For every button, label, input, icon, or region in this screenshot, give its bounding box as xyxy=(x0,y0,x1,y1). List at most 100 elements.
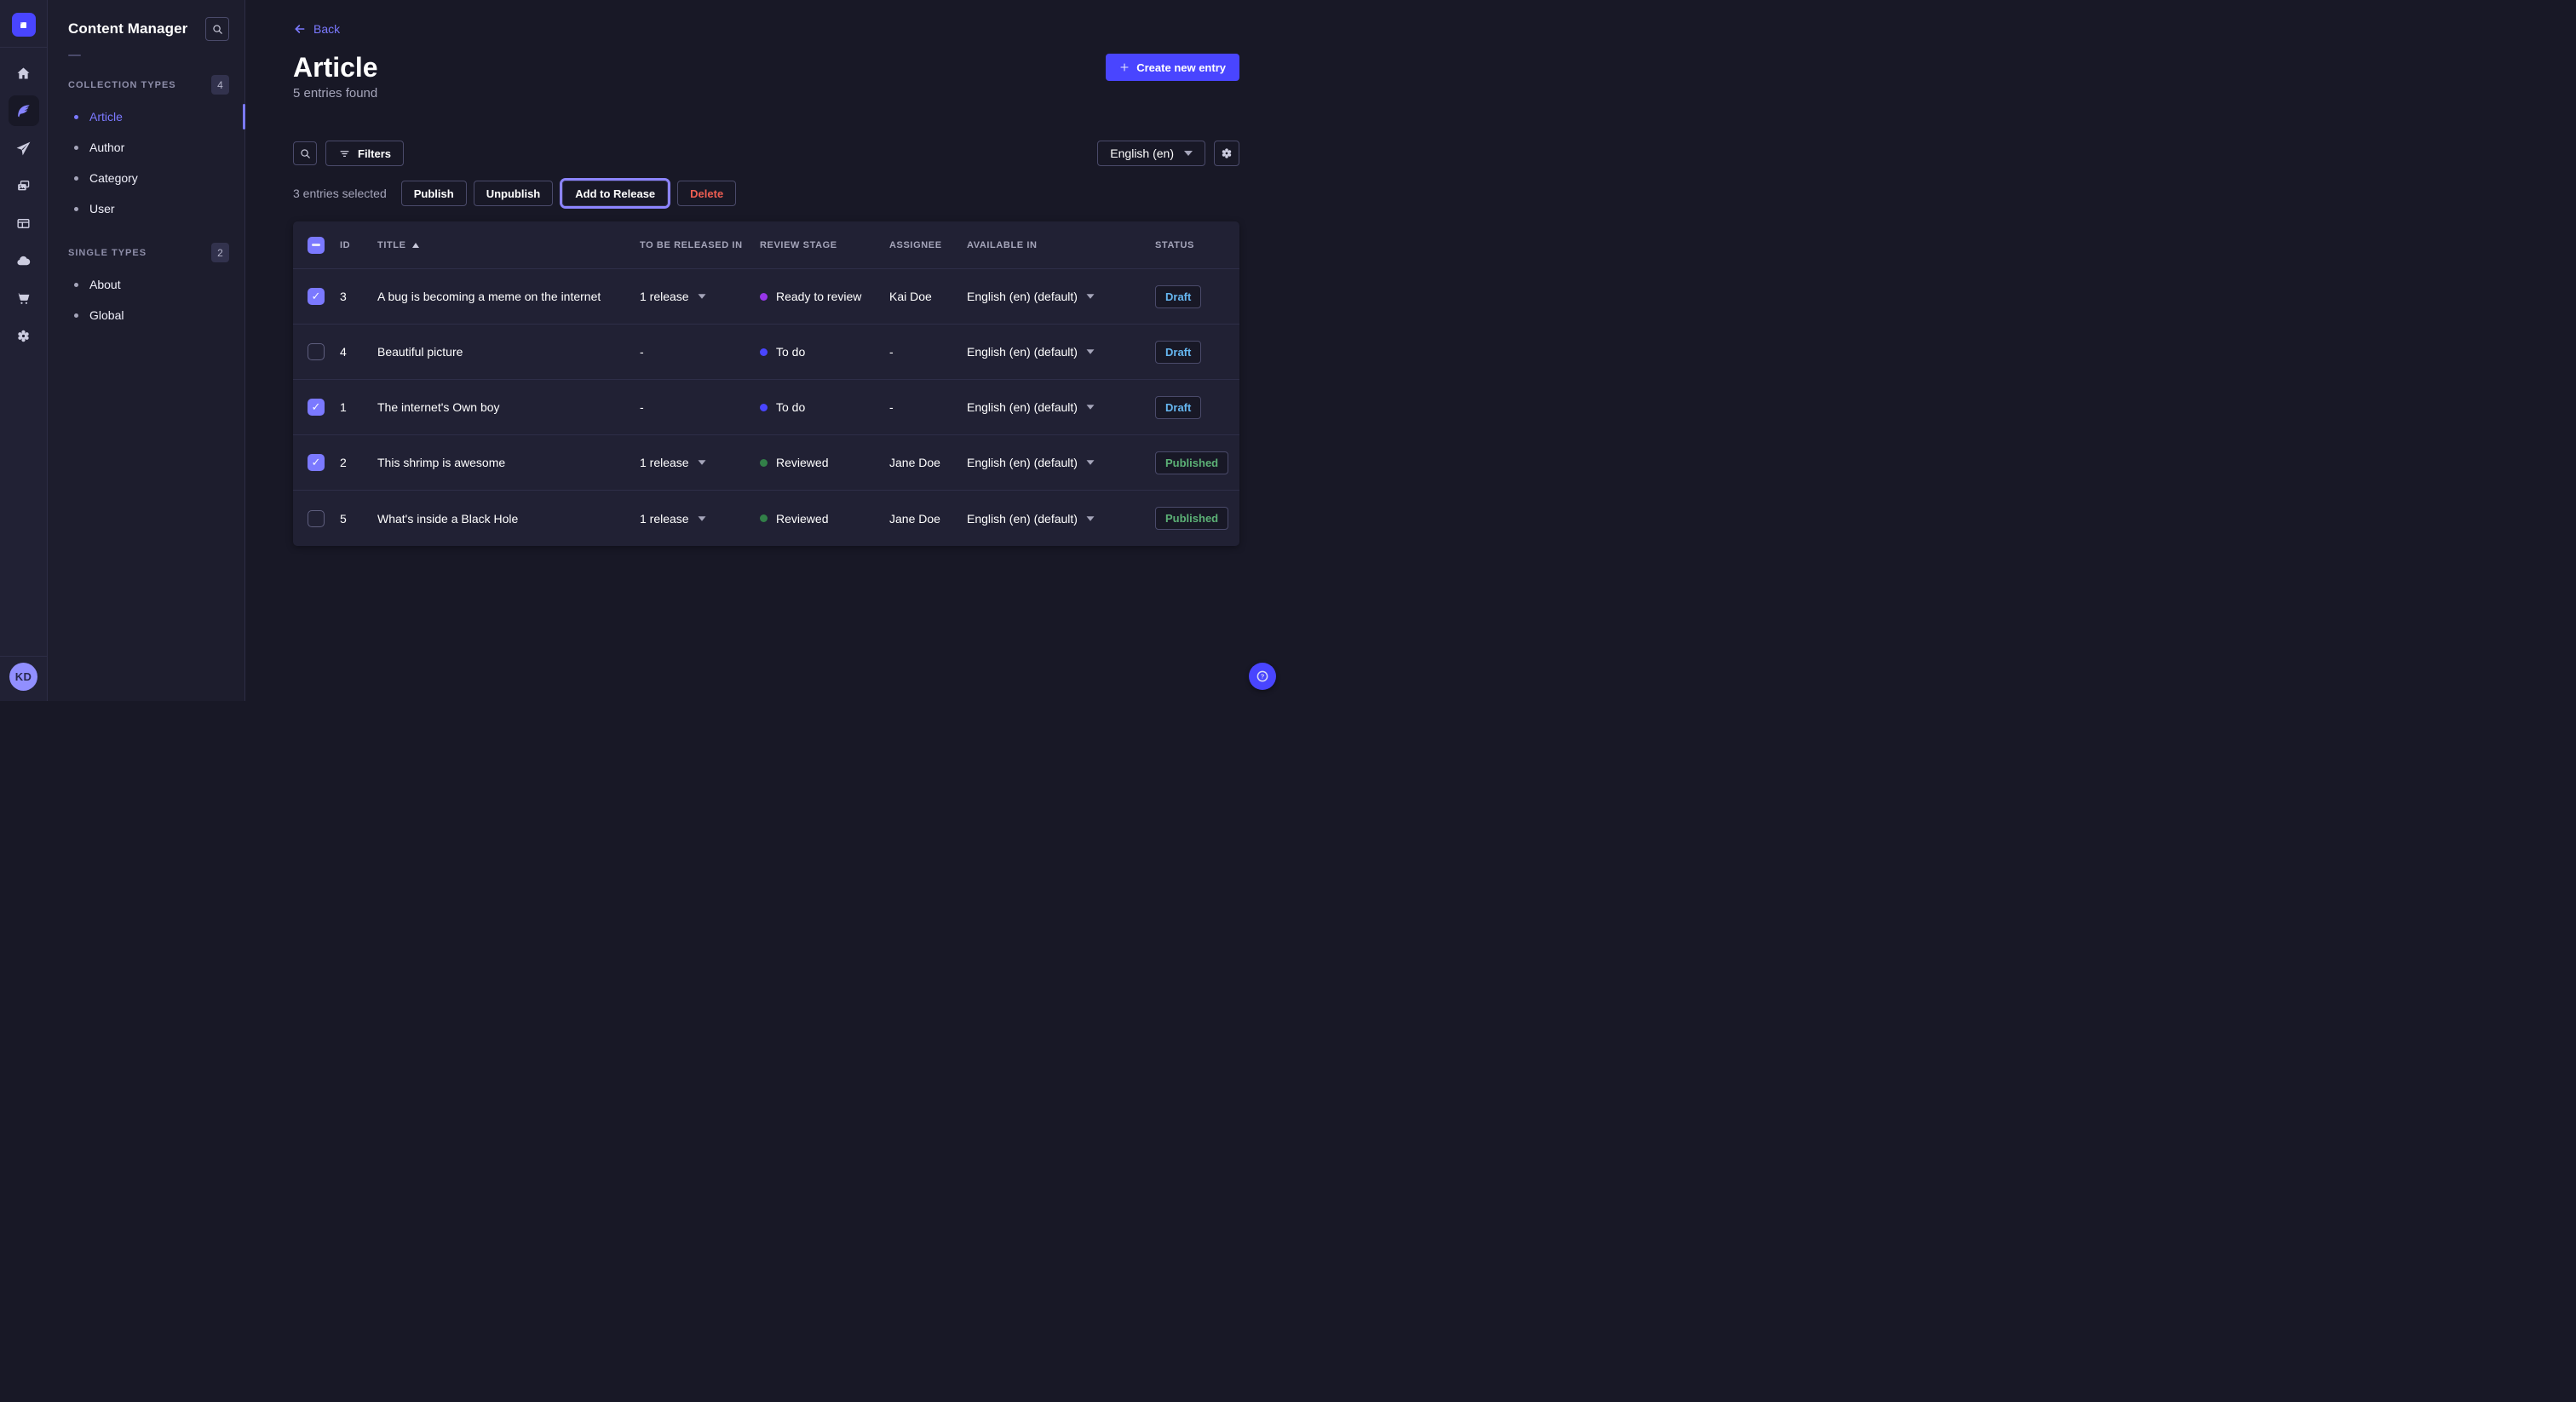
view-settings-gear-icon[interactable] xyxy=(1214,141,1239,166)
status-badge: Draft xyxy=(1155,341,1201,364)
column-header-title[interactable]: TITLE xyxy=(377,240,640,250)
locale-select[interactable]: English (en) xyxy=(1097,141,1205,166)
layout-card-icon[interactable] xyxy=(9,208,39,238)
bullet-icon xyxy=(74,115,78,119)
delete-button[interactable]: Delete xyxy=(677,181,736,206)
cart-icon[interactable] xyxy=(9,283,39,313)
arrow-left-icon xyxy=(293,22,307,36)
filters-button[interactable]: Filters xyxy=(325,141,404,166)
home-icon[interactable] xyxy=(9,58,39,89)
row-release-count: 1 release xyxy=(640,290,689,303)
unpublish-button[interactable]: Unpublish xyxy=(474,181,554,206)
feather-icon[interactable] xyxy=(9,95,39,126)
strapi-logo[interactable] xyxy=(12,13,36,37)
row-assignee: Kai Doe xyxy=(889,290,967,303)
question-mark-icon: ? xyxy=(1255,669,1270,684)
row-stage-label: Ready to review xyxy=(776,290,861,303)
locale-chevron-down-icon[interactable] xyxy=(1086,349,1094,353)
page-title: Article xyxy=(293,52,378,83)
locale-chevron-down-icon[interactable] xyxy=(1086,294,1094,298)
row-locale: English (en) (default) xyxy=(967,512,1078,526)
column-header-status: STATUS xyxy=(1155,240,1225,250)
column-header-id: ID xyxy=(340,240,377,250)
column-header-stage: REVIEW STAGE xyxy=(760,240,889,250)
row-title: Beautiful picture xyxy=(377,345,463,359)
release-chevron-down-icon[interactable] xyxy=(698,460,705,464)
svg-text:?: ? xyxy=(1261,673,1265,681)
search-entries-icon[interactable] xyxy=(293,141,317,165)
release-chevron-down-icon[interactable] xyxy=(698,516,705,520)
row-assignee: - xyxy=(889,345,967,359)
sidebar-item-about[interactable]: About xyxy=(68,269,229,300)
row-id: 2 xyxy=(340,456,377,469)
bullet-icon xyxy=(74,176,78,181)
table-row[interactable]: 3 A bug is becoming a meme on the intern… xyxy=(293,269,1239,325)
sidebar-item-category[interactable]: Category xyxy=(68,163,229,193)
content-manager-subnav: Content Manager COLLECTION TYPES 4 Artic… xyxy=(48,0,245,701)
locale-chevron-down-icon[interactable] xyxy=(1086,516,1094,520)
row-checkbox[interactable] xyxy=(308,454,325,471)
row-checkbox[interactable] xyxy=(308,510,325,527)
table-row[interactable]: 1 The internet's Own boy - To do - Engli… xyxy=(293,380,1239,435)
media-images-icon[interactable] xyxy=(9,170,39,201)
table-row[interactable]: 4 Beautiful picture - To do - English (e… xyxy=(293,325,1239,380)
row-locale: English (en) (default) xyxy=(967,290,1078,303)
row-id: 3 xyxy=(340,290,377,303)
filters-label: Filters xyxy=(358,147,391,160)
sidebar-item-author[interactable]: Author xyxy=(68,132,229,163)
row-locale: English (en) (default) xyxy=(967,400,1078,414)
help-button[interactable]: ? xyxy=(1249,663,1276,690)
row-assignee: Jane Doe xyxy=(889,456,967,469)
table-row[interactable]: 2 This shrimp is awesome 1 release Revie… xyxy=(293,435,1239,491)
create-new-entry-label: Create new entry xyxy=(1136,61,1226,74)
table-body: 3 A bug is becoming a meme on the intern… xyxy=(293,269,1239,546)
status-badge: Published xyxy=(1155,451,1228,474)
add-to-release-button[interactable]: Add to Release xyxy=(562,181,668,206)
search-icon[interactable] xyxy=(205,17,229,41)
section-count-badge: 2 xyxy=(211,243,229,262)
sidebar-item-article[interactable]: Article xyxy=(68,101,229,132)
release-chevron-down-icon[interactable] xyxy=(698,294,705,298)
row-checkbox[interactable] xyxy=(308,343,325,360)
row-release-count: - xyxy=(640,400,644,414)
sidebar-sections: COLLECTION TYPES 4 Article Author Catego… xyxy=(68,75,229,330)
plus-icon xyxy=(1119,62,1130,72)
sidebar-item-global[interactable]: Global xyxy=(68,300,229,330)
back-link[interactable]: Back xyxy=(293,22,340,36)
subnav-divider xyxy=(68,55,81,56)
sidebar-item-user[interactable]: User xyxy=(68,193,229,224)
locale-chevron-down-icon[interactable] xyxy=(1086,405,1094,409)
bullet-icon xyxy=(74,313,78,318)
paper-plane-icon[interactable] xyxy=(9,133,39,164)
rail-nav xyxy=(9,58,39,351)
status-badge: Draft xyxy=(1155,396,1201,419)
bullet-icon xyxy=(74,283,78,287)
create-new-entry-button[interactable]: Create new entry xyxy=(1106,54,1239,81)
section-label: SINGLE TYPES xyxy=(68,248,147,258)
row-locale: English (en) (default) xyxy=(967,456,1078,469)
filter-icon xyxy=(338,147,351,160)
row-stage-label: Reviewed xyxy=(776,456,828,469)
row-checkbox[interactable] xyxy=(308,288,325,305)
row-stage-label: To do xyxy=(776,345,805,359)
status-badge: Published xyxy=(1155,507,1228,530)
table-header-row: ID TITLE TO BE RELEASED IN REVIEW STAGE … xyxy=(293,221,1239,269)
row-id: 1 xyxy=(340,400,377,414)
user-avatar[interactable]: KD xyxy=(9,663,37,691)
row-checkbox[interactable] xyxy=(308,399,325,416)
table-row[interactable]: 5 What's inside a Black Hole 1 release R… xyxy=(293,491,1239,546)
cloud-icon[interactable] xyxy=(9,245,39,276)
sidebar-section: COLLECTION TYPES 4 Article Author Catego… xyxy=(68,75,229,224)
select-all-checkbox[interactable] xyxy=(308,237,325,254)
rail-divider xyxy=(0,47,47,48)
row-stage-label: To do xyxy=(776,400,805,414)
publish-button[interactable]: Publish xyxy=(401,181,467,206)
subnav-title: Content Manager xyxy=(68,20,187,37)
sidebar-item-label: User xyxy=(89,202,115,215)
stage-dot-icon xyxy=(760,459,768,467)
selection-count-text: 3 entries selected xyxy=(293,187,387,200)
entries-table: ID TITLE TO BE RELEASED IN REVIEW STAGE … xyxy=(293,221,1239,546)
chevron-down-icon xyxy=(1184,151,1193,156)
gear-icon[interactable] xyxy=(9,320,39,351)
locale-chevron-down-icon[interactable] xyxy=(1086,460,1094,464)
